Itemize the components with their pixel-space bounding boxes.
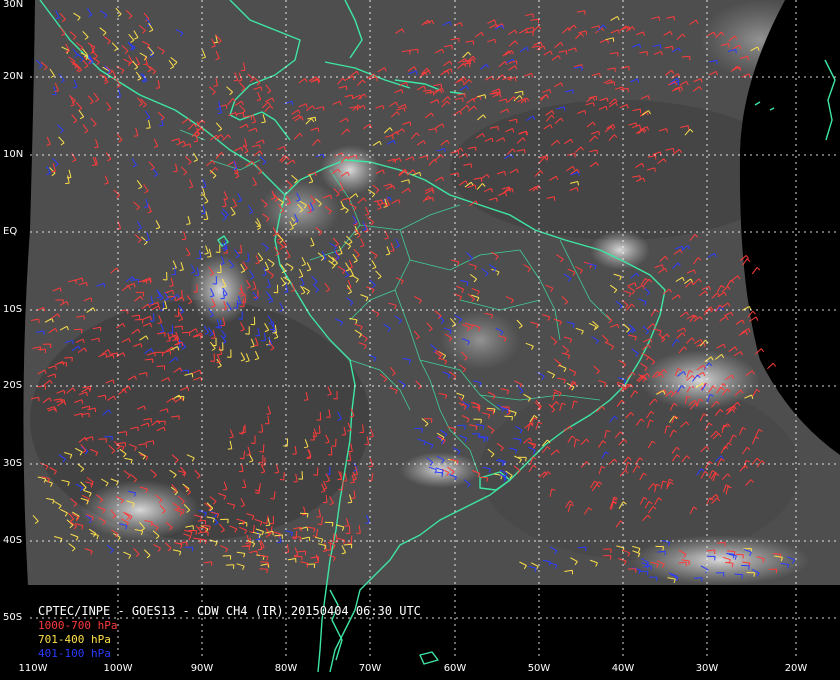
lon-label: 60W	[443, 663, 467, 674]
image-caption: CPTEC/INPE - GOES13 - CDW CH4 (IR) 20150…	[38, 604, 421, 618]
lat-label: 40S	[3, 535, 23, 546]
lat-label: 30S	[3, 458, 23, 469]
legend-item-mid: 701-400 hPa	[38, 633, 111, 646]
lat-label: 50S	[3, 612, 23, 623]
lat-label: 10S	[3, 304, 23, 315]
lon-label: 50W	[527, 663, 551, 674]
lon-label: 30W	[695, 663, 719, 674]
lon-label: 100W	[103, 663, 133, 674]
lat-label: 20N	[3, 71, 24, 82]
lat-label: 20S	[3, 380, 23, 391]
lon-label: 70W	[358, 663, 382, 674]
lon-label: 80W	[274, 663, 298, 674]
lat-label: 10N	[3, 149, 24, 160]
lat-label: 30N	[3, 0, 24, 10]
satellite-wind-map	[0, 0, 840, 680]
lat-label: EQ	[3, 226, 18, 237]
lon-label: 20W	[784, 663, 808, 674]
legend-item-high: 401-100 hPa	[38, 647, 111, 660]
lon-label: 110W	[18, 663, 48, 674]
lon-label: 90W	[190, 663, 214, 674]
legend-item-low: 1000-700 hPa	[38, 619, 118, 632]
lon-label: 40W	[611, 663, 635, 674]
